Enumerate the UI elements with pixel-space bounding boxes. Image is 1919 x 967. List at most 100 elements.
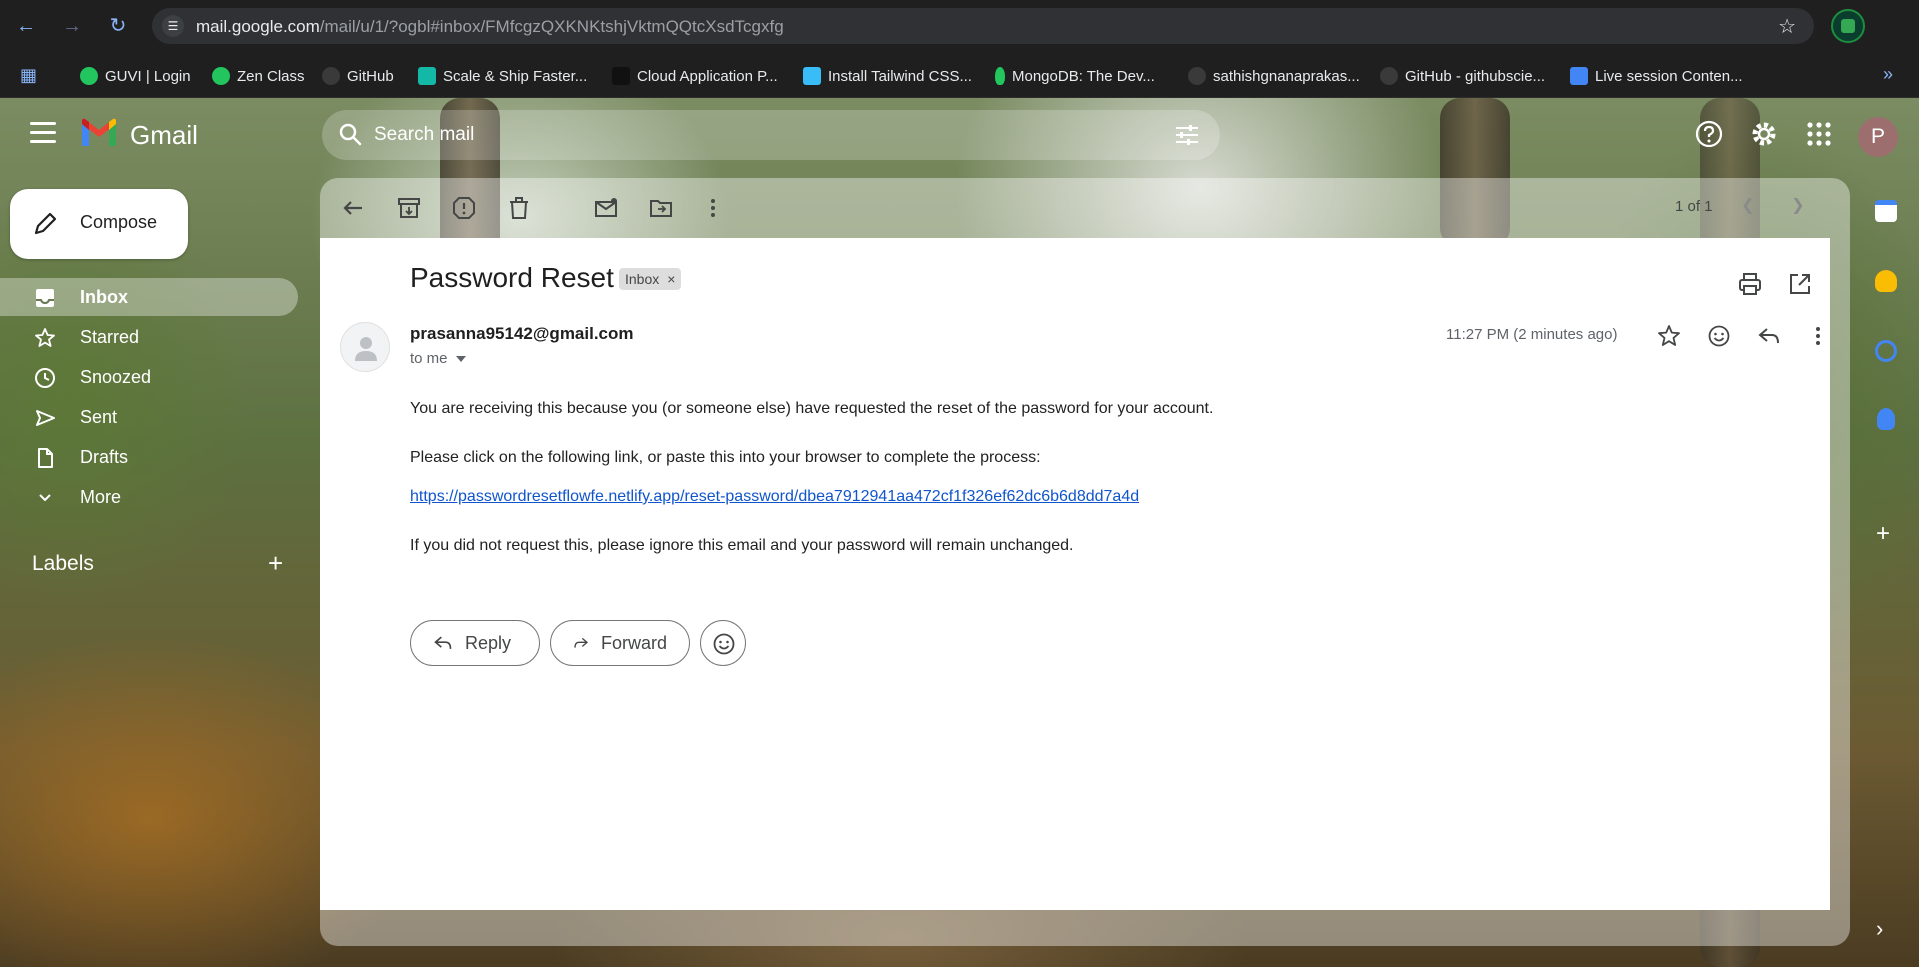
gmail-m-logo-icon bbox=[82, 118, 116, 146]
email-timestamp: 11:27 PM (2 minutes ago) bbox=[1446, 326, 1618, 343]
url-path: /mail/u/1/?ogbl#inbox/FMfcgzQXKNKtshjVkt… bbox=[319, 17, 784, 36]
back-arrow-icon[interactable]: ← bbox=[12, 12, 40, 40]
help-icon[interactable] bbox=[1694, 119, 1724, 149]
get-addons-icon[interactable]: + bbox=[1876, 522, 1890, 546]
bookmark-item[interactable]: sathishgnanaprakas... bbox=[1188, 65, 1360, 87]
bookmark-item[interactable]: Live session Conten... bbox=[1570, 65, 1743, 87]
create-label-icon[interactable]: + bbox=[268, 550, 283, 576]
inbox-label-chip[interactable]: Inbox × bbox=[619, 268, 682, 290]
email-message: Password Reset Inbox × prasanna95142@gma… bbox=[320, 238, 1830, 910]
github-icon bbox=[1188, 67, 1206, 85]
bookmark-label: Cloud Application P... bbox=[637, 67, 778, 85]
chevron-left-icon[interactable]: ❮ bbox=[1738, 196, 1758, 216]
zen-class-icon bbox=[212, 67, 230, 85]
reset-password-link[interactable]: https://passwordresetflowfe.netlify.app/… bbox=[410, 488, 1139, 506]
pencil-icon bbox=[34, 212, 57, 235]
move-to-folder-icon[interactable] bbox=[648, 195, 674, 221]
search-options-icon[interactable] bbox=[1174, 122, 1200, 148]
bookmark-item[interactable]: Zen Class bbox=[212, 65, 305, 87]
sender-avatar[interactable] bbox=[340, 322, 390, 372]
google-apps-icon[interactable] bbox=[1804, 119, 1834, 149]
print-icon[interactable] bbox=[1738, 272, 1762, 296]
bookmark-item[interactable]: Install Tailwind CSS... bbox=[803, 65, 972, 87]
address-bar[interactable]: ☰ mail.google.com/mail/u/1/?ogbl#inbox/F… bbox=[152, 8, 1814, 44]
sidebar-item-sent[interactable]: Sent bbox=[0, 398, 298, 436]
gmail-wordmark: Gmail bbox=[130, 120, 198, 150]
bookmark-item[interactable]: GUVI | Login bbox=[80, 65, 191, 87]
star-icon[interactable] bbox=[1657, 324, 1681, 348]
search-icon[interactable] bbox=[338, 122, 362, 146]
add-reaction-icon[interactable] bbox=[1707, 324, 1731, 348]
scale-icon bbox=[418, 67, 436, 85]
browser-profile-icon[interactable] bbox=[1831, 9, 1865, 43]
reply-icon bbox=[434, 636, 452, 649]
compose-button[interactable]: Compose bbox=[10, 189, 188, 259]
settings-gear-icon[interactable] bbox=[1749, 119, 1779, 149]
archive-icon[interactable] bbox=[396, 195, 422, 221]
emoji-reaction-button[interactable] bbox=[700, 620, 746, 666]
bookmark-item[interactable]: Cloud Application P... bbox=[612, 65, 778, 87]
account-avatar[interactable]: P bbox=[1858, 117, 1898, 157]
sidebar-item-starred[interactable]: Starred bbox=[0, 318, 298, 356]
mark-unread-icon[interactable] bbox=[593, 195, 619, 221]
reply-button[interactable]: Reply bbox=[410, 620, 540, 666]
bookmark-item[interactable]: GitHub - githubscie... bbox=[1380, 65, 1545, 87]
search-bar bbox=[322, 110, 1220, 160]
github-icon bbox=[1380, 67, 1398, 85]
search-input[interactable] bbox=[374, 121, 1134, 149]
remove-label-icon[interactable]: × bbox=[667, 268, 675, 290]
bookmark-label: Install Tailwind CSS... bbox=[828, 67, 972, 85]
forward-arrow-icon[interactable]: → bbox=[58, 12, 86, 40]
recipient-label: to me bbox=[410, 350, 448, 367]
guvi-icon bbox=[80, 67, 98, 85]
sidebar-item-label: Snoozed bbox=[80, 367, 152, 387]
hide-side-panel-icon[interactable]: › bbox=[1876, 916, 1883, 942]
sidebar-item-label: Drafts bbox=[80, 447, 129, 467]
chevron-down-icon bbox=[39, 494, 51, 502]
sidebar-item-inbox[interactable]: Inbox bbox=[0, 278, 298, 316]
bookmark-item[interactable]: GitHub bbox=[322, 65, 394, 87]
sender-email[interactable]: prasanna95142@gmail.com bbox=[410, 324, 634, 344]
reply-icon[interactable] bbox=[1757, 324, 1781, 348]
more-vertical-icon[interactable] bbox=[1806, 324, 1830, 348]
sidebar-item-more[interactable]: More bbox=[0, 478, 298, 516]
site-settings-icon[interactable]: ☰ bbox=[162, 15, 184, 37]
contacts-icon[interactable] bbox=[1877, 408, 1895, 430]
chevron-right-icon[interactable]: ❯ bbox=[1788, 196, 1808, 216]
forward-button[interactable]: Forward bbox=[550, 620, 690, 666]
browser-toolbar: ← → ↻ ☰ mail.google.com/mail/u/1/?ogbl#i… bbox=[0, 0, 1919, 52]
keep-icon[interactable] bbox=[1875, 270, 1897, 292]
sidebar-item-drafts[interactable]: Drafts bbox=[0, 438, 298, 476]
url-host: mail.google.com bbox=[196, 17, 320, 36]
email-body-paragraph: If you did not request this, please igno… bbox=[410, 537, 1074, 554]
address-url[interactable]: mail.google.com/mail/u/1/?ogbl#inbox/FMf… bbox=[196, 17, 784, 37]
apps-grid-icon[interactable]: ▦ bbox=[20, 65, 42, 85]
draft-icon bbox=[38, 448, 53, 468]
main-menu-icon[interactable] bbox=[30, 122, 56, 144]
caret-down-icon[interactable] bbox=[455, 355, 466, 362]
open-new-window-icon[interactable] bbox=[1788, 272, 1812, 296]
tailwind-icon bbox=[803, 67, 821, 85]
sidebar-item-label: Sent bbox=[80, 407, 118, 427]
more-bookmarks-icon[interactable]: » bbox=[1883, 64, 1893, 85]
back-to-inbox-icon[interactable] bbox=[340, 195, 366, 221]
report-spam-icon[interactable] bbox=[451, 195, 477, 221]
tasks-icon[interactable] bbox=[1875, 340, 1897, 362]
sidebar-item-snoozed[interactable]: Snoozed bbox=[0, 358, 298, 396]
more-vertical-icon[interactable] bbox=[700, 195, 726, 221]
bookmark-item[interactable]: MongoDB: The Dev... bbox=[995, 65, 1155, 87]
recipient-details[interactable]: to me bbox=[410, 350, 466, 367]
delete-trash-icon[interactable] bbox=[506, 195, 532, 221]
bookmark-label: GUVI | Login bbox=[105, 67, 191, 85]
sidebar-item-label: Inbox bbox=[80, 287, 128, 307]
send-icon bbox=[36, 410, 55, 426]
docs-icon bbox=[1570, 67, 1588, 85]
bookmark-label: Live session Conten... bbox=[1595, 67, 1743, 85]
reload-icon[interactable]: ↻ bbox=[104, 12, 132, 40]
calendar-icon[interactable] bbox=[1875, 200, 1897, 222]
clock-icon bbox=[35, 368, 55, 388]
bookmark-star-icon[interactable]: ☆ bbox=[1778, 14, 1796, 39]
email-subject: Password Reset bbox=[410, 262, 614, 293]
bookmark-item[interactable]: Scale & Ship Faster... bbox=[418, 65, 587, 87]
person-icon bbox=[355, 337, 377, 361]
